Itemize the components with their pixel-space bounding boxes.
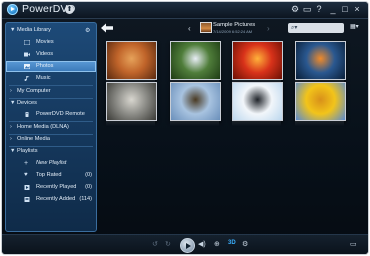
movie-icon — [24, 40, 30, 45]
chevron-down-icon: ▼ — [10, 27, 16, 33]
3d-icon[interactable]: 3D — [228, 240, 236, 246]
sidebar-label: Devices — [17, 100, 37, 106]
sidebar-item-label: Recently Added — [36, 196, 76, 202]
customize-icon[interactable]: ⚙ — [85, 27, 90, 34]
help-icon[interactable]: ? — [314, 4, 324, 15]
previous-folder-button[interactable]: ‹ — [188, 24, 191, 33]
minimize-icon[interactable]: _ — [328, 4, 338, 15]
more-icon[interactable]: ⚙ — [242, 240, 248, 248]
sidebar-label: Playlists — [17, 148, 38, 154]
playlist-count: (0) — [85, 172, 92, 178]
music-icon — [24, 76, 30, 81]
added-icon — [24, 197, 30, 202]
sidebar-item-recently-played[interactable]: Recently Played (0) — [6, 182, 96, 193]
folder-title: Sample Pictures — [213, 22, 256, 28]
volume-icon[interactable]: ◀) — [198, 240, 206, 248]
search-input[interactable]: ⌕▾ — [288, 23, 344, 33]
thumbnail-reflection — [106, 121, 155, 126]
chevron-right-icon: › — [10, 88, 12, 94]
chevron-right-icon: › — [10, 136, 12, 142]
sidebar-home-media[interactable]: › Home Media (DLNA) — [6, 122, 96, 133]
sidebar-item-label: Music — [36, 75, 51, 81]
sidebar-label: Online Media — [17, 136, 50, 142]
sidebar-item-label: Videos — [36, 51, 54, 57]
photo-thumbnail-lighthouse[interactable] — [170, 82, 221, 121]
sidebar-item-photos[interactable]: Photos — [6, 61, 96, 72]
next-folder-button[interactable]: › — [267, 24, 270, 33]
playlist-count: (114) — [79, 196, 92, 202]
upgrade-icon[interactable]: ⬆ — [65, 5, 74, 14]
fullscreen-icon[interactable]: ▭ — [350, 240, 357, 248]
title-bar[interactable]: PowerDVD ⬆ ⚙ ▭ ? _ □ × — [2, 2, 368, 19]
sidebar-media-library[interactable]: ▼ Media Library — [6, 25, 96, 36]
chevron-down-icon: ▼ — [10, 100, 16, 106]
heart-icon: ♥ — [24, 172, 28, 178]
thumbnail-reflection — [232, 121, 281, 126]
close-icon[interactable]: × — [352, 4, 362, 15]
search-icon: ⌕▾ — [291, 25, 298, 31]
remote-icon — [25, 112, 29, 117]
thumbnail-reflection — [295, 121, 344, 126]
sidebar-item-movies[interactable]: Movies — [6, 37, 96, 48]
sidebar-item-label: Photos — [36, 63, 54, 69]
powerdvd-window: PowerDVD ⬆ ⚙ ▭ ? _ □ × ▼ Media Library ⚙… — [2, 2, 368, 254]
mini-mode-icon[interactable]: ▭ — [302, 4, 312, 15]
back-arrow-icon[interactable] — [101, 23, 113, 33]
sidebar: ▼ Media Library ⚙ Movies Videos Photos M… — [5, 22, 97, 232]
sidebar-item-label: PowerDVD Remote — [36, 111, 85, 117]
photo-thumbnail-tulips[interactable] — [295, 82, 346, 121]
photo-icon — [24, 64, 30, 69]
sidebar-item-label: Recently Played — [36, 184, 77, 190]
sidebar-item-label: Top Rated — [36, 172, 62, 178]
photo-thumbnail-koala[interactable] — [106, 82, 157, 121]
sidebar-item-music[interactable]: Music — [6, 73, 96, 84]
sidebar-label: My Computer — [17, 88, 51, 94]
sidebar-item-powerdvd-remote[interactable]: PowerDVD Remote — [6, 109, 96, 120]
sidebar-item-videos[interactable]: Videos — [6, 49, 96, 60]
sidebar-devices[interactable]: ▼ Devices — [6, 98, 96, 109]
photo-thumbnail-hydrangeas[interactable] — [170, 41, 221, 80]
plus-icon: + — [24, 160, 29, 167]
video-icon — [24, 52, 30, 57]
recent-icon — [24, 185, 30, 190]
photo-thumbnail-penguins[interactable] — [232, 82, 283, 121]
photo-thumbnail-jellyfish[interactable] — [295, 41, 346, 80]
chevron-right-icon: › — [10, 124, 12, 130]
prev-icon[interactable]: ↺ — [152, 240, 158, 248]
play-button[interactable] — [180, 238, 195, 253]
sidebar-label: Media Library — [17, 27, 51, 33]
sidebar-item-label: Movies — [36, 39, 54, 45]
sidebar-label: Home Media (DLNA) — [17, 124, 69, 130]
powerdvd-logo-icon — [7, 4, 18, 15]
rewind-icon[interactable]: ↻ — [165, 240, 171, 248]
photo-thumbnail-desert[interactable] — [106, 41, 157, 80]
settings-icon[interactable]: ⚙ — [290, 4, 300, 15]
view-mode-button[interactable]: ▦▾ — [350, 23, 359, 30]
folder-thumbnail — [200, 22, 212, 33]
photo-thumbnail-chrysanthemum[interactable] — [232, 41, 283, 80]
zoom-icon[interactable]: ⊕ — [214, 240, 220, 248]
sidebar-playlists[interactable]: ▼ Playlists — [6, 146, 96, 157]
thumbnail-reflection — [170, 121, 219, 126]
folder-date: 7/14/2009 6:52:24 AM — [213, 29, 253, 34]
sidebar-item-label: New Playlist — [36, 160, 67, 166]
chevron-down-icon: ▼ — [10, 148, 16, 154]
sidebar-item-new-playlist[interactable]: + New Playlist — [6, 158, 96, 169]
playlist-count: (0) — [85, 184, 92, 190]
screenshot-frame: PowerDVD ⬆ ⚙ ▭ ? _ □ × ▼ Media Library ⚙… — [0, 0, 370, 256]
playback-bar: ↺ ↻ ◀) ⊕ 3D ⚙ ▭ — [2, 234, 368, 254]
sidebar-item-top-rated[interactable]: ♥ Top Rated (0) — [6, 170, 96, 181]
maximize-icon[interactable]: □ — [340, 4, 350, 15]
sidebar-my-computer[interactable]: › My Computer — [6, 86, 96, 97]
sidebar-online-media[interactable]: › Online Media — [6, 134, 96, 145]
sidebar-item-recently-added[interactable]: Recently Added (114) — [6, 194, 96, 205]
